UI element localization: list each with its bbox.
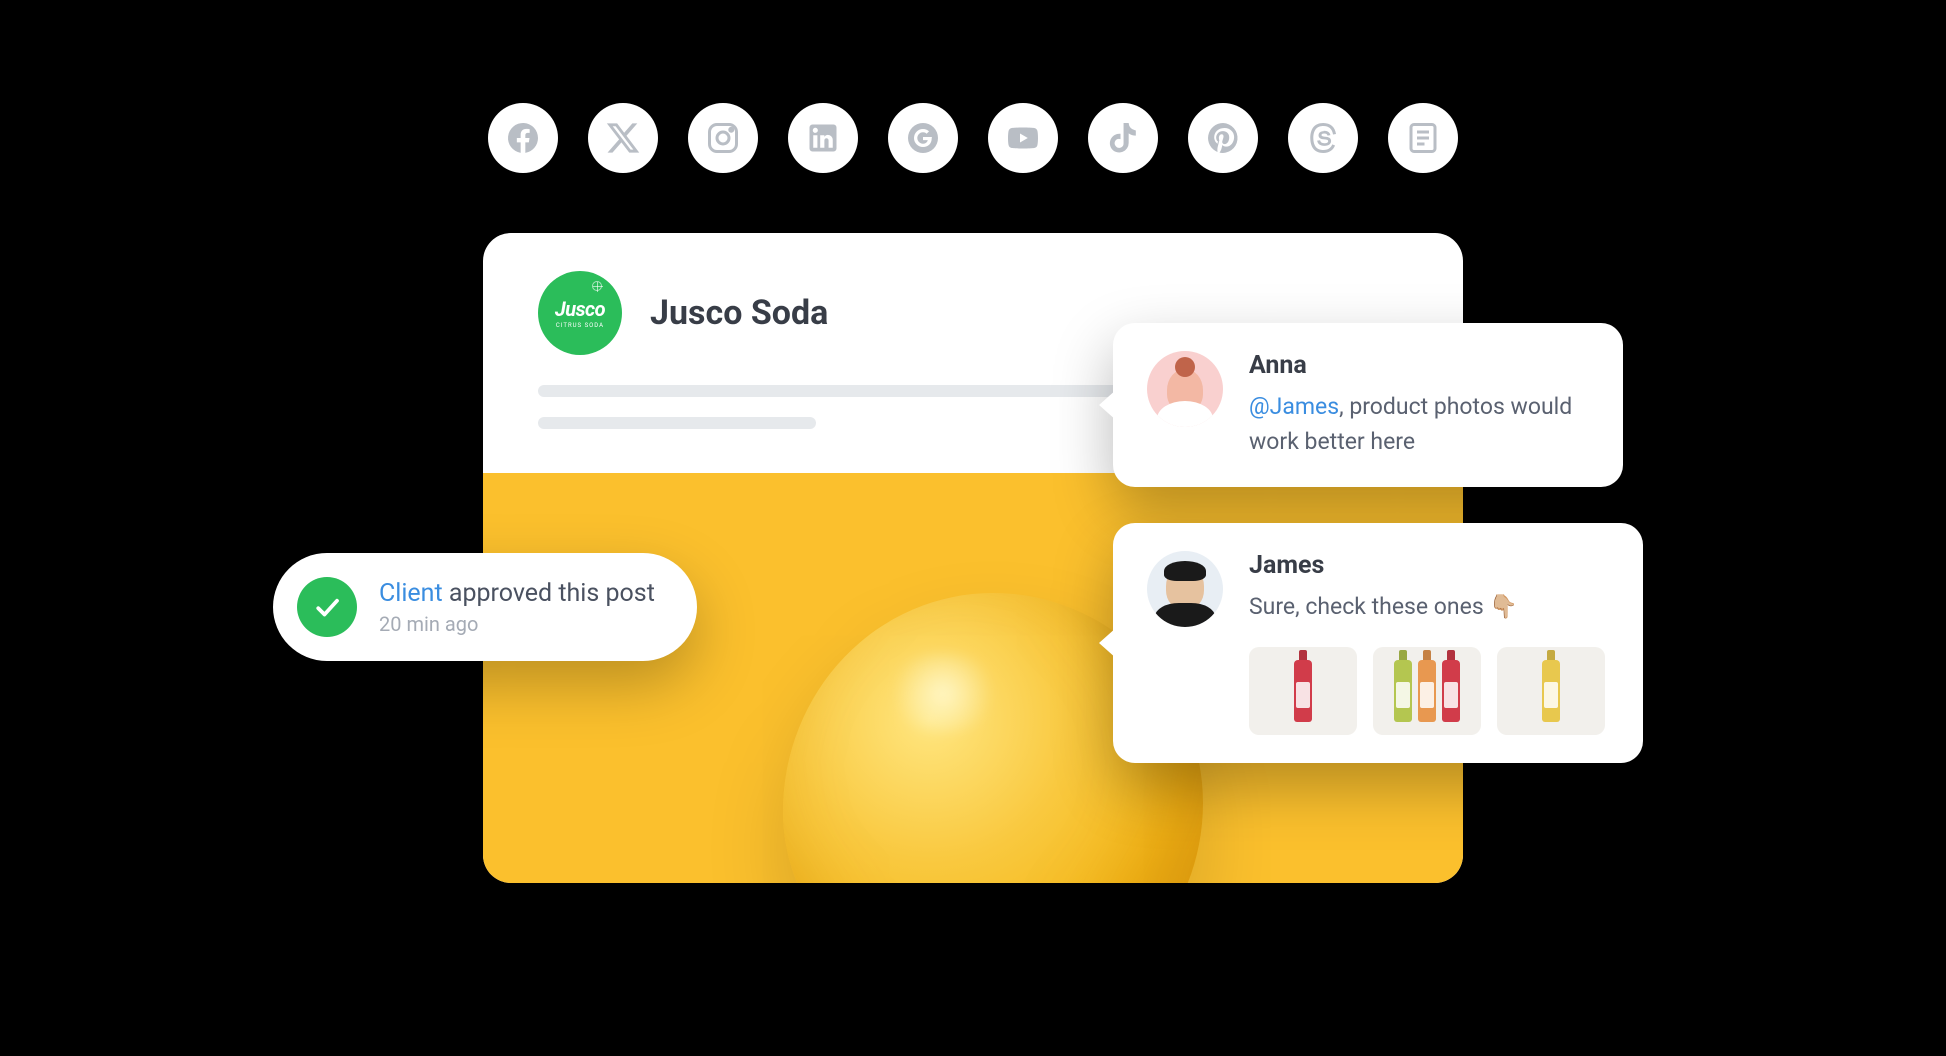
brand-logo-subtext: CITRUS SODA (556, 322, 604, 329)
placeholder-line (538, 417, 816, 429)
youtube-icon[interactable] (988, 103, 1058, 173)
brand-logo: Jusco CITRUS SODA (538, 271, 622, 355)
instagram-icon[interactable] (688, 103, 758, 173)
mention-link[interactable]: @James (1249, 393, 1339, 420)
linkedin-icon[interactable] (788, 103, 858, 173)
pointing-down-emoji: 👇🏼 (1489, 593, 1518, 620)
blog-icon[interactable] (1388, 103, 1458, 173)
comment-card: Anna @James, product photos would work b… (1113, 323, 1623, 487)
comment-author-name: James (1249, 551, 1609, 580)
google-icon[interactable] (888, 103, 958, 173)
facebook-icon[interactable] (488, 103, 558, 173)
comment-author-name: Anna (1249, 351, 1589, 380)
approval-action-text: approved this post (443, 579, 655, 608)
brand-logo-text: Jusco (555, 297, 605, 321)
social-platform-row (488, 103, 1458, 173)
thumbnail[interactable] (1249, 647, 1357, 735)
comment-text: @James, product photos would work better… (1249, 390, 1589, 459)
avatar (1147, 351, 1223, 427)
tiktok-icon[interactable] (1088, 103, 1158, 173)
x-icon[interactable] (588, 103, 658, 173)
threads-icon[interactable] (1288, 103, 1358, 173)
approval-status-pill: Client approved this post 20 min ago (273, 553, 697, 661)
comment-text: Sure, check these ones 👇🏼 (1249, 590, 1609, 625)
client-link[interactable]: Client (379, 579, 443, 608)
thumbnail[interactable] (1373, 647, 1481, 735)
approval-timestamp: 20 min ago (379, 612, 655, 636)
brand-name: Jusco Soda (650, 293, 828, 333)
pinterest-icon[interactable] (1188, 103, 1258, 173)
thumbnail[interactable] (1497, 647, 1605, 735)
comment-card: James Sure, check these ones 👇🏼 (1113, 523, 1643, 763)
avatar (1147, 551, 1223, 627)
check-icon (297, 577, 357, 637)
approval-message: Client approved this post (379, 579, 655, 608)
comment-text-body: Sure, check these ones (1249, 593, 1489, 620)
attachment-thumbnails (1249, 647, 1609, 735)
